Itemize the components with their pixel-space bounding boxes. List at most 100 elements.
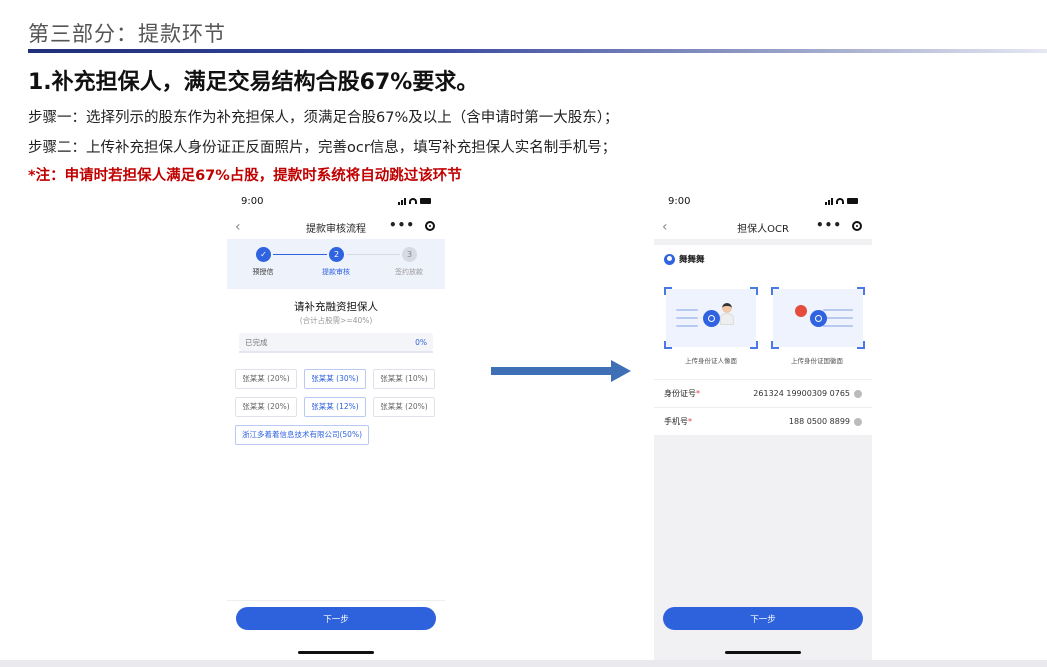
id-front-label: 上传身份证人像面	[685, 357, 737, 365]
camera-icon	[810, 310, 827, 327]
arrow-right-icon	[491, 360, 631, 382]
card-title: 请补充融资担保人	[294, 301, 378, 313]
step-line	[273, 254, 327, 255]
close-target-icon[interactable]	[852, 221, 862, 231]
battery-icon	[847, 198, 858, 204]
phone-number-row: 手机号* 188 0500 8899	[654, 407, 872, 435]
phone-number-label-wrap: 手机号*	[664, 416, 692, 427]
phone-number-label: 手机号	[664, 417, 688, 426]
next-button[interactable]: 下一步	[663, 607, 863, 630]
bottom-strip	[0, 660, 1047, 667]
card-stripe	[676, 309, 698, 311]
clear-icon[interactable]	[854, 389, 862, 398]
note-text: *注：申请时若担保人满足67%占股，提款时系统将自动跳过该环节	[28, 168, 462, 184]
card-stripe	[823, 317, 853, 319]
scan-corner	[771, 341, 779, 349]
portrait-icon	[722, 303, 732, 313]
back-icon[interactable]: ‹	[662, 219, 668, 235]
wifi-icon	[409, 198, 417, 204]
status-time: 9:00	[668, 195, 691, 207]
shareholder-chip-company[interactable]: 浙江多着着信息技术有限公司(50%)	[235, 425, 369, 445]
signal-icon	[825, 197, 833, 205]
shareholder-chip[interactable]: 张某某 (12%)	[304, 397, 366, 417]
step-one-text: 步骤一：选择列示的股东作为补充担保人，须满足合股67%及以上（含申请时第一大股东…	[28, 110, 619, 126]
step-label: 签约放款	[395, 268, 423, 276]
id-card-front-upload[interactable]	[664, 287, 758, 349]
shareholder-chip[interactable]: 张某某 (20%)	[235, 397, 297, 417]
scan-corner	[750, 341, 758, 349]
card-subtitle: (合计占股需>=40%)	[299, 316, 373, 325]
nav-bar: ‹ 提款审核流程 •••	[227, 215, 445, 239]
card-stripe	[823, 309, 853, 311]
national-emblem-icon	[795, 305, 807, 317]
required-mark: *	[688, 417, 692, 426]
nav-title: 担保人OCR	[737, 223, 789, 235]
title-divider	[28, 49, 1047, 53]
scan-corner	[771, 287, 779, 295]
step-line	[346, 254, 400, 255]
scan-corner	[750, 287, 758, 295]
phone-number-field[interactable]: 188 0500 8899	[789, 417, 862, 426]
completion-label: 已完成	[245, 337, 268, 347]
close-target-icon[interactable]	[425, 221, 435, 231]
step-two-text: 步骤二：上传补充担保人身份证正反面照片，完善ocr信息，填写补充担保人实名制手机…	[28, 140, 617, 156]
footer-divider	[227, 600, 445, 601]
phone-number-value: 188 0500 8899	[788, 417, 850, 426]
scan-corner	[664, 341, 672, 349]
status-icons	[825, 197, 858, 205]
nav-title: 提款审核流程	[306, 223, 366, 235]
wifi-icon	[836, 198, 844, 204]
section-separator	[654, 239, 872, 245]
card-stripe	[676, 325, 698, 327]
section-title: 第三部分：提款环节	[28, 22, 226, 46]
nav-bar: ‹ 担保人OCR •••	[654, 215, 872, 239]
card-stripe	[676, 317, 698, 319]
shareholder-chip[interactable]: 张某某 (30%)	[304, 369, 366, 389]
shareholder-chip[interactable]: 张某某 (20%)	[373, 397, 435, 417]
stepper: ✓ 2 3 预授信 提款审核 签约放款	[227, 247, 445, 287]
more-icon[interactable]: •••	[816, 218, 842, 232]
portrait-body	[720, 313, 734, 325]
heading: 1.补充担保人，满足交易结构合股67%要求。	[28, 70, 479, 95]
guarantor-name-row: 舞舞舞	[664, 253, 705, 265]
clear-icon[interactable]	[854, 417, 862, 426]
home-indicator	[298, 651, 374, 654]
status-bar: 9:00	[227, 187, 445, 215]
scan-corner	[664, 287, 672, 295]
scan-corner	[857, 341, 865, 349]
step-label: 提款审核	[322, 268, 350, 276]
card-stripe	[823, 325, 853, 327]
guarantor-name: 舞舞舞	[679, 255, 705, 265]
next-button[interactable]: 下一步	[236, 607, 436, 630]
completion-row: 已完成 0%	[239, 333, 433, 351]
id-number-row: 身份证号* 261324 19900309 0765	[654, 379, 872, 407]
step-pending: 3	[402, 247, 417, 262]
status-icons	[398, 197, 431, 205]
id-number-label: 身份证号	[664, 389, 696, 398]
shareholder-chip[interactable]: 张某某 (10%)	[373, 369, 435, 389]
home-indicator	[725, 651, 801, 654]
battery-icon	[420, 198, 431, 204]
phone-guarantor-select: 9:00 ‹ 提款审核流程 ••• ✓ 2 3 预授信 提款审核 签约放款 请补…	[227, 187, 445, 660]
id-number-field[interactable]: 261324 19900309 0765	[753, 389, 862, 398]
phone-guarantor-ocr: 9:00 ‹ 担保人OCR ••• 舞舞舞 上传身份证人像面 上传身份证国徽面 …	[654, 187, 872, 660]
completion-progress-bar	[239, 351, 433, 353]
back-icon[interactable]: ‹	[235, 219, 241, 235]
slide: 第三部分：提款环节 1.补充担保人，满足交易结构合股67%要求。 步骤一：选择列…	[0, 0, 1047, 667]
required-mark: *	[696, 389, 700, 398]
step-done-icon: ✓	[256, 247, 271, 262]
camera-icon	[703, 310, 720, 327]
step-current: 2	[329, 247, 344, 262]
id-number-label-wrap: 身份证号*	[664, 388, 700, 399]
signal-icon	[398, 197, 406, 205]
user-icon	[664, 253, 675, 265]
scan-corner	[857, 287, 865, 295]
status-bar: 9:00	[654, 187, 872, 215]
id-card-back-upload[interactable]	[771, 287, 865, 349]
id-back-label: 上传身份证国徽面	[791, 357, 843, 365]
id-number-value: 261324 19900309 0765	[753, 389, 850, 398]
status-time: 9:00	[241, 195, 264, 207]
shareholder-chip[interactable]: 张某某 (20%)	[235, 369, 297, 389]
more-icon[interactable]: •••	[389, 218, 415, 232]
completion-percent: 0%	[415, 337, 427, 347]
